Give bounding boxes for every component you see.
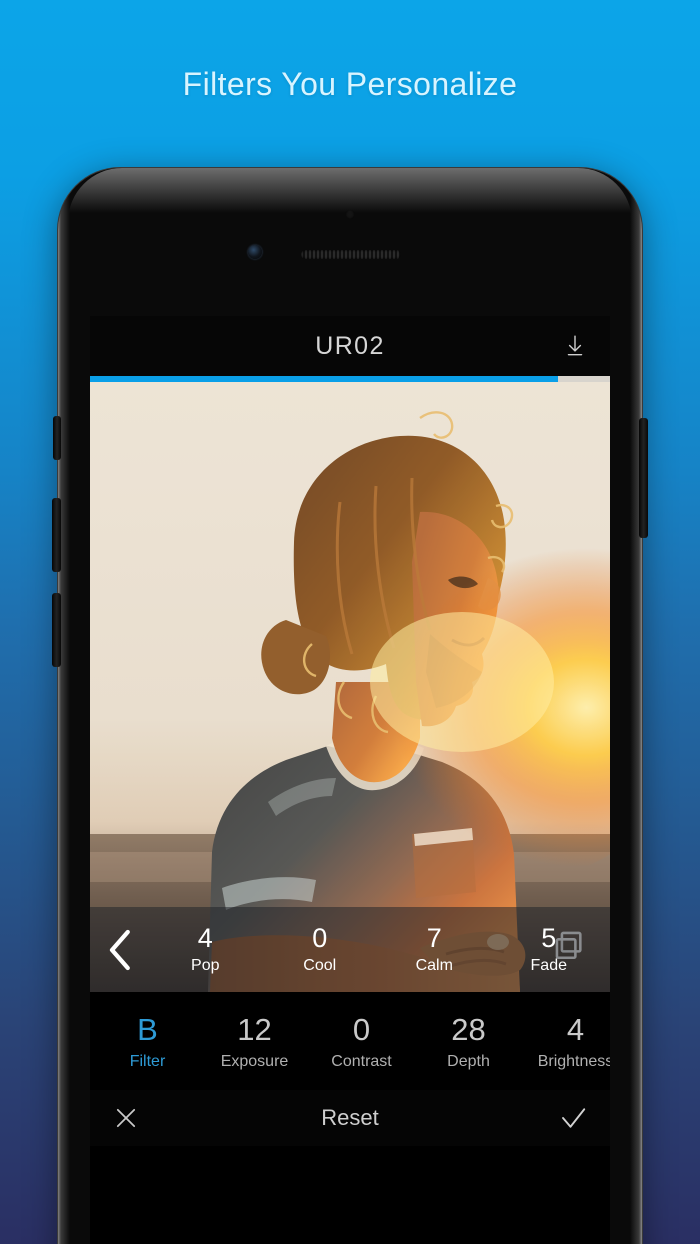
adjust-label: Brightness [537,1053,610,1070]
preset-name: UR02 [315,331,385,360]
filter-param-fade[interactable]: 5 Fade [492,923,607,976]
power-button[interactable] [639,418,648,538]
filter-param-label: Fade [530,956,567,974]
phone-mockup: UR02 4 Pop 0 Cool 7 Calm 5 Fade B Filter… [52,168,648,1244]
adjustment-toolbar: B Filter 12 Exposure 0 Contrast 28 Depth… [90,992,610,1090]
adjust-item-brightness[interactable]: 4 Brightness [522,1011,610,1071]
filter-param-calm[interactable]: 7 Calm [377,923,492,976]
earpiece-speaker-icon [301,250,401,259]
filter-param-value: 7 [426,923,442,954]
front-camera-icon [248,245,262,259]
proximity-sensor-icon [345,210,355,219]
adjust-label: Contrast [331,1053,392,1070]
photo-image [90,382,610,992]
checkmark-icon[interactable] [558,1103,588,1133]
filter-parameter-strip: 4 Pop 0 Cool 7 Calm 5 Fade [90,907,610,992]
filter-param-pop[interactable]: 4 Pop [148,923,263,976]
filter-param-value: 4 [197,923,213,954]
page-title: Filters You Personalize [182,66,518,102]
adjust-item-depth[interactable]: 28 Depth [415,1011,522,1071]
silent-switch[interactable] [53,416,61,460]
filter-param-value: 0 [312,923,328,954]
filter-param-label: Pop [191,956,220,974]
filter-param-cool[interactable]: 0 Cool [263,923,378,976]
adjust-value: 4 [566,1011,585,1047]
adjust-value: 0 [352,1011,371,1047]
phone-screen: UR02 4 Pop 0 Cool 7 Calm 5 Fade B Filter… [90,316,610,1244]
adjust-item-filter[interactable]: B Filter [94,1011,201,1071]
filter-param-label: Cool [303,956,337,974]
volume-up-button[interactable] [52,498,61,572]
adjust-item-exposure[interactable]: 12 Exposure [201,1011,308,1071]
volume-down-button[interactable] [52,593,61,667]
photo-preview[interactable]: 4 Pop 0 Cool 7 Calm 5 Fade [90,382,610,992]
adjust-value: B [137,1011,158,1047]
filter-param-value: 5 [541,923,557,954]
adjust-value: 28 [451,1011,486,1047]
back-chevron-icon[interactable] [94,923,148,977]
reset-button[interactable]: Reset [90,1105,610,1131]
adjust-label: Depth [447,1053,490,1070]
adjust-item-contrast[interactable]: 0 Contrast [308,1011,415,1071]
app-header: UR02 [90,316,610,376]
action-bar: Reset [90,1090,610,1146]
download-icon[interactable] [558,329,592,363]
adjust-label: Exposure [220,1053,289,1070]
close-x-icon[interactable] [112,1104,140,1132]
adjust-label: Filter [129,1053,166,1070]
filter-param-label: Calm [415,956,453,974]
adjust-value: 12 [237,1011,272,1047]
